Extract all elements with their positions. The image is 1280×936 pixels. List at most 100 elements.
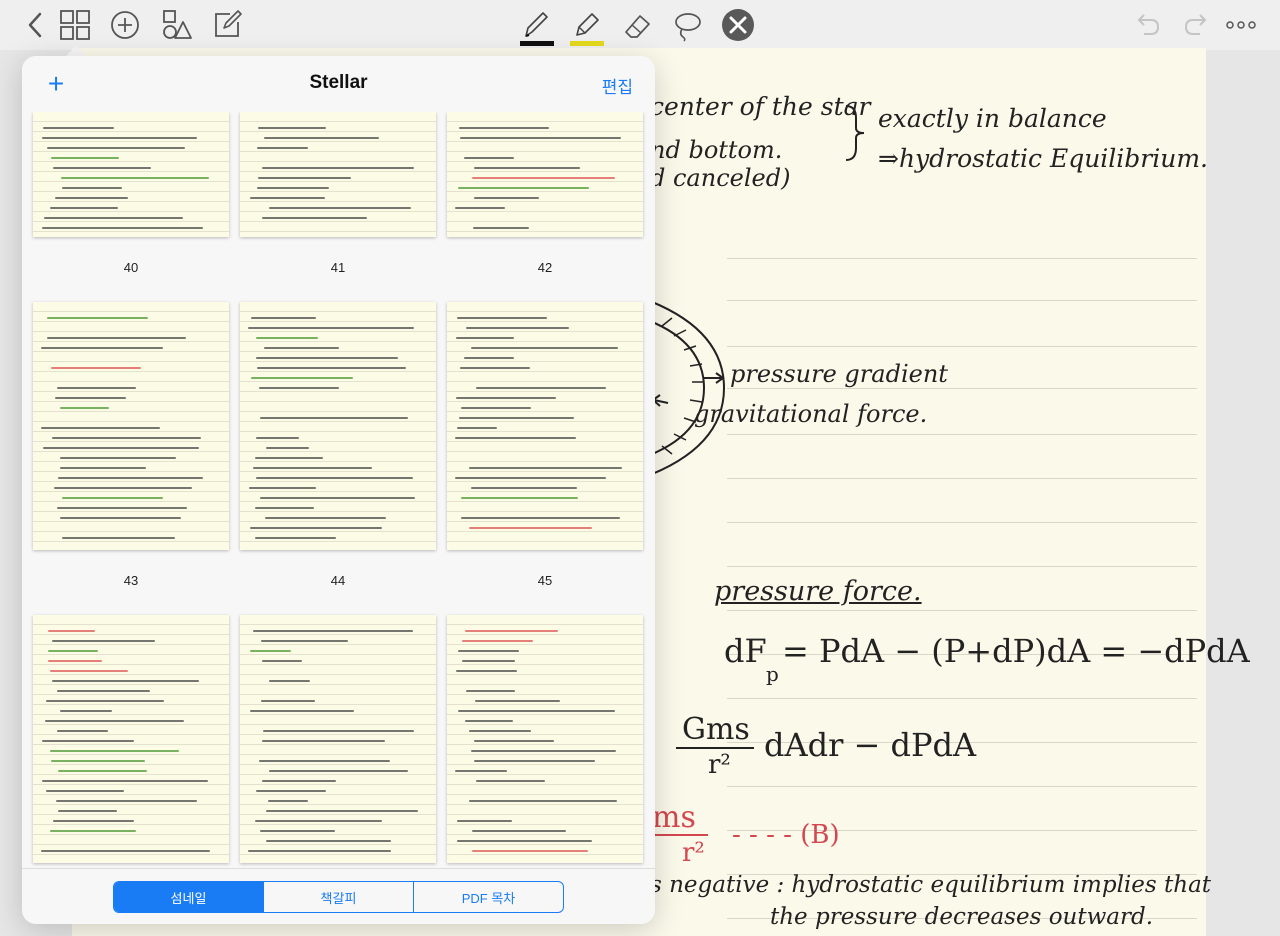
handwriting-scribble [474, 197, 539, 199]
note-text: Gms [682, 712, 750, 747]
handwriting-scribble [259, 387, 339, 389]
handwriting-scribble [465, 630, 558, 632]
thumbnail-grid-icon[interactable] [58, 8, 92, 42]
handwriting-scribble [256, 477, 413, 479]
compose-icon[interactable] [210, 8, 244, 42]
handwriting-scribble [250, 710, 354, 712]
handwriting-scribble [62, 497, 163, 499]
page-thumbnail[interactable] [447, 302, 643, 550]
note-text: dAdr − dPdA [764, 726, 977, 764]
handwriting-scribble [266, 810, 418, 812]
handwriting-scribble [41, 427, 160, 429]
note-text: gravitational force. [694, 400, 928, 428]
handwriting-scribble [458, 187, 589, 189]
handwriting-scribble [58, 477, 203, 479]
page-thumbnail[interactable] [33, 615, 229, 863]
handwriting-scribble [51, 760, 145, 762]
handwriting-scribble [253, 630, 413, 632]
page-thumbnail[interactable] [240, 112, 436, 237]
page-thumbnail[interactable] [447, 615, 643, 863]
handwriting-scribble [457, 820, 512, 822]
page-number: 42 [537, 260, 553, 275]
handwriting-scribble [41, 347, 163, 349]
handwriting-scribble [60, 517, 181, 519]
handwriting-scribble [52, 680, 199, 682]
handwriting-scribble [44, 217, 183, 219]
handwriting-scribble [263, 730, 414, 732]
handwriting-scribble [262, 217, 367, 219]
edit-button[interactable]: 편집 [602, 73, 633, 98]
eraser-icon[interactable] [620, 8, 654, 42]
page-number: 44 [330, 573, 346, 588]
handwriting-scribble [262, 167, 414, 169]
tab-bookmarks[interactable]: 책갈피 [263, 882, 413, 912]
ruled-line [727, 478, 1197, 479]
handwriting-scribble [460, 367, 530, 369]
note-text: s negative : hydrostatic equilibrium imp… [650, 872, 1212, 898]
handwriting-scribble [261, 640, 348, 642]
handwriting-scribble [265, 517, 386, 519]
highlighter-icon[interactable] [568, 8, 604, 46]
handwriting-scribble [249, 487, 316, 489]
ruled-line [727, 786, 1197, 787]
page-number: 41 [330, 260, 346, 275]
handwriting-scribble [260, 497, 415, 499]
highlighter-color-swatch [570, 41, 604, 46]
handwriting-scribble [52, 437, 201, 439]
redo-icon[interactable] [1180, 8, 1214, 42]
handwriting-scribble [471, 347, 618, 349]
page-thumbnail[interactable] [33, 112, 229, 237]
handwriting-scribble [250, 650, 291, 652]
handwriting-scribble [457, 840, 592, 842]
close-tools-icon[interactable] [721, 8, 755, 42]
handwriting-scribble [60, 710, 112, 712]
handwriting-scribble [461, 407, 531, 409]
shapes-icon[interactable] [160, 8, 194, 42]
back-icon[interactable] [18, 8, 52, 42]
handwriting-scribble [256, 437, 299, 439]
handwriting-scribble [456, 670, 517, 672]
handwriting-scribble [469, 527, 592, 529]
more-icon[interactable] [1224, 8, 1258, 42]
handwriting-scribble [455, 770, 507, 772]
page-thumbnail[interactable] [240, 615, 436, 863]
handwriting-scribble [472, 177, 615, 179]
note-text: pressure gradient [730, 360, 948, 388]
page-thumbnail[interactable] [33, 302, 229, 550]
tab-thumbnails[interactable]: 섬네일 [114, 882, 263, 912]
page-thumbnail[interactable] [447, 112, 643, 237]
handwriting-scribble [257, 187, 329, 189]
handwriting-scribble [469, 467, 622, 469]
note-text: d canceled) [650, 164, 791, 192]
handwriting-scribble [256, 790, 326, 792]
undo-icon[interactable] [1130, 8, 1164, 42]
note-text: dF [724, 632, 767, 670]
handwriting-scribble [459, 127, 549, 129]
handwriting-scribble [50, 670, 128, 672]
note-text: p [766, 662, 779, 686]
handwriting-scribble [42, 740, 134, 742]
note-text: r² [682, 838, 705, 868]
note-text: pressure force. [714, 576, 922, 607]
add-page-icon[interactable] [108, 8, 142, 42]
note-text: nd bottom. [650, 136, 783, 164]
handwriting-scribble [256, 357, 398, 359]
handwriting-scribble [42, 780, 208, 782]
lasso-icon[interactable] [670, 8, 704, 42]
handwriting-scribble [43, 127, 114, 129]
note-text: exactly in balance [878, 104, 1107, 133]
pen-icon[interactable] [518, 8, 554, 46]
handwriting-scribble [60, 457, 176, 459]
handwriting-scribble [56, 800, 197, 802]
handwriting-scribble [57, 690, 150, 692]
handwriting-scribble [58, 770, 147, 772]
handwriting-scribble [255, 507, 314, 509]
tab-pdf-outline[interactable]: PDF 목차 [413, 882, 563, 912]
handwriting-scribble [62, 187, 122, 189]
handwriting-scribble [458, 650, 519, 652]
page-thumbnail[interactable] [240, 302, 436, 550]
handwriting-scribble [51, 157, 119, 159]
handwriting-scribble [456, 337, 514, 339]
handwriting-scribble [50, 750, 179, 752]
popover-header: + Stellar 편집 [22, 56, 655, 112]
